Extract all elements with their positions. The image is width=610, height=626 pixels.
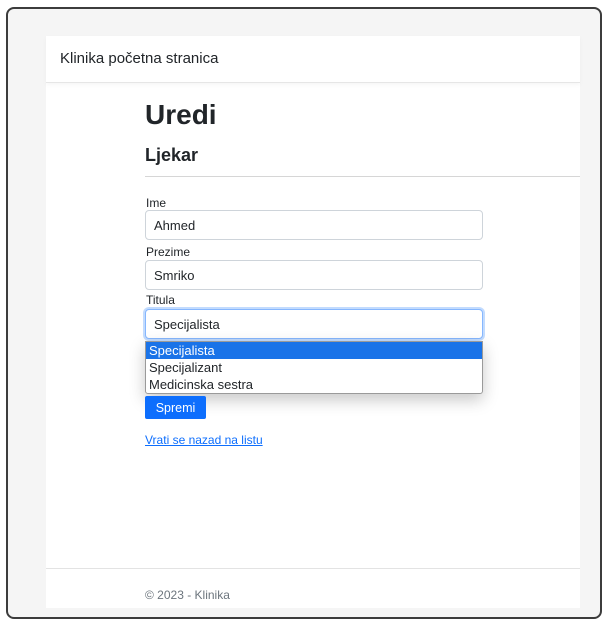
- dropdown-option-specijalizant[interactable]: Specijalizant: [146, 359, 482, 376]
- last-name-value: Smriko: [154, 267, 195, 283]
- title-select[interactable]: Specijalista: [145, 309, 483, 339]
- dropdown-option-specijalista[interactable]: Specijalista: [146, 342, 482, 359]
- navbar-brand-link[interactable]: Klinika početna stranica: [60, 50, 218, 67]
- first-name-input[interactable]: Ahmed: [145, 210, 483, 240]
- footer-copyright: © 2023 - Klinika: [145, 588, 230, 602]
- title-label: Titula: [146, 293, 175, 307]
- divider: [145, 176, 580, 177]
- title-dropdown-list: Specijalista Specijalizant Medicinska se…: [145, 341, 483, 394]
- last-name-input[interactable]: Smriko: [145, 260, 483, 290]
- dropdown-option-medicinska-sestra[interactable]: Medicinska sestra: [146, 376, 482, 393]
- navbar: Klinika početna stranica: [46, 36, 580, 83]
- browser-window: Klinika početna stranica Uredi Ljekar Im…: [6, 7, 602, 619]
- page: Klinika početna stranica Uredi Ljekar Im…: [46, 36, 580, 608]
- first-name-label: Ime: [146, 196, 167, 210]
- save-button[interactable]: Spremi: [145, 396, 206, 419]
- last-name-label: Prezime: [146, 245, 191, 259]
- page-title: Uredi: [145, 99, 217, 130]
- footer-divider: [46, 568, 580, 569]
- back-to-list-link[interactable]: Vrati se nazad na listu: [145, 433, 263, 447]
- first-name-value: Ahmed: [154, 217, 196, 233]
- page-subtitle: Ljekar: [145, 145, 199, 165]
- title-select-value: Specijalista: [154, 316, 220, 332]
